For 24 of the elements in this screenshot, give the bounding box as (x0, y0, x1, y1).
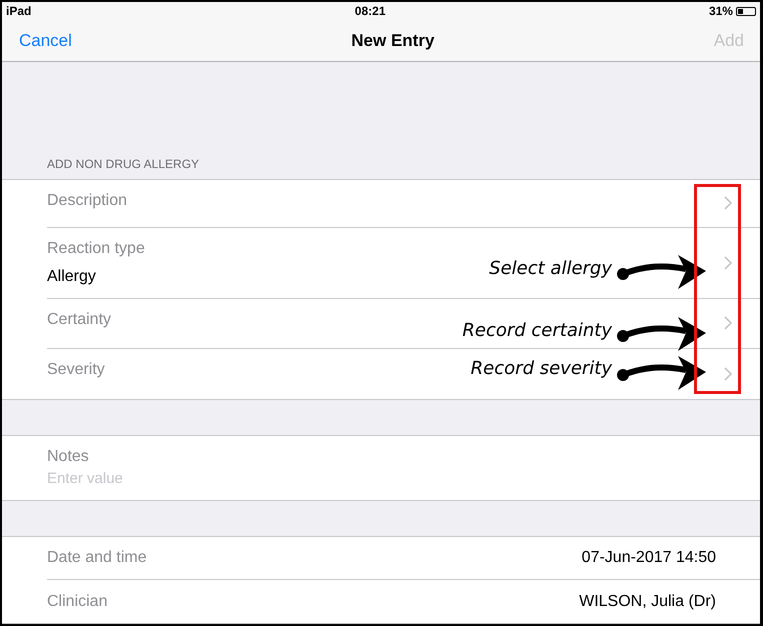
device-name: iPad (6, 4, 32, 18)
chevron-icon (724, 316, 732, 330)
nav-title: New Entry (351, 30, 434, 51)
battery-percent: 31% (708, 4, 733, 18)
row-label: Reaction type (47, 240, 145, 258)
row-value: Allergy (47, 268, 96, 286)
clock: 08:21 (354, 4, 386, 18)
row-label: Severity (47, 360, 105, 379)
annotation-text: Record severity (470, 358, 612, 380)
battery-icon (736, 6, 756, 16)
notes-label: Notes (47, 448, 89, 466)
cancel-button[interactable]: Cancel (19, 30, 72, 51)
annotation-text: Select allergy (489, 258, 612, 280)
row-value: WILSON, Julia (Dr) (579, 592, 716, 611)
row-label: Certainty (47, 310, 112, 329)
row-label: Description (47, 192, 128, 210)
row-label: Date and time (47, 549, 147, 568)
row-label: Clinician (47, 592, 108, 611)
chevron-icon (724, 256, 732, 270)
chevron-icon (724, 366, 732, 381)
annotation-text: Record certainty (462, 320, 612, 342)
section-header: ADD NON DRUG ALLERGY (47, 156, 200, 171)
row-value: 07-Jun-2017 14:50 (582, 549, 716, 568)
chevron-icon (724, 196, 732, 210)
